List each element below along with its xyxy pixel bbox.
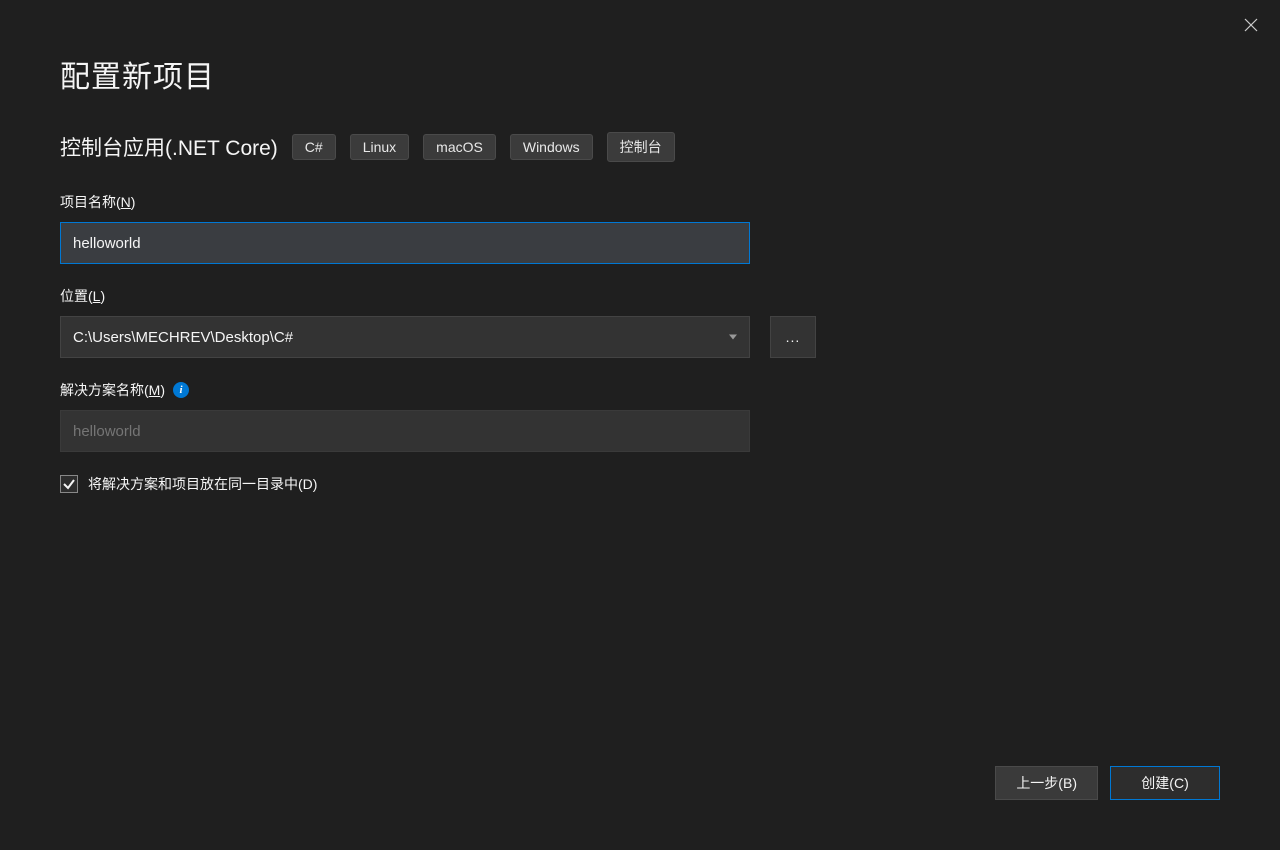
browse-button[interactable]: ... — [770, 316, 816, 358]
tag-platform-macos: macOS — [423, 134, 496, 160]
project-name-input[interactable] — [60, 222, 750, 264]
location-value: C:\Users\MECHREV\Desktop\C# — [73, 329, 293, 346]
tag-platform-linux: Linux — [350, 134, 409, 160]
solution-name-label: 解决方案名称(M) i — [60, 380, 1220, 400]
template-info-row: 控制台应用(.NET Core) C# Linux macOS Windows … — [60, 132, 1220, 162]
same-directory-checkbox[interactable] — [60, 475, 78, 493]
footer-buttons: 上一步(B) 创建(C) — [995, 766, 1220, 800]
info-icon[interactable]: i — [173, 382, 189, 398]
tag-language: C# — [292, 134, 336, 160]
project-name-label: 项目名称(N) — [60, 192, 1220, 212]
close-icon — [1244, 18, 1258, 32]
solution-name-input — [60, 410, 750, 452]
close-button[interactable] — [1236, 10, 1266, 40]
same-directory-label: 将解决方案和项目放在同一目录中(D) — [88, 474, 317, 494]
location-label: 位置(L) — [60, 286, 1220, 306]
create-button[interactable]: 创建(C) — [1110, 766, 1220, 800]
tag-platform-windows: Windows — [510, 134, 593, 160]
page-title: 配置新项目 — [60, 52, 1220, 96]
back-button[interactable]: 上一步(B) — [995, 766, 1098, 800]
location-dropdown[interactable]: C:\Users\MECHREV\Desktop\C# — [60, 316, 750, 358]
chevron-down-icon — [729, 335, 737, 340]
template-name: 控制台应用(.NET Core) — [60, 132, 278, 162]
checkmark-icon — [62, 477, 76, 491]
tag-type-console: 控制台 — [607, 132, 675, 162]
